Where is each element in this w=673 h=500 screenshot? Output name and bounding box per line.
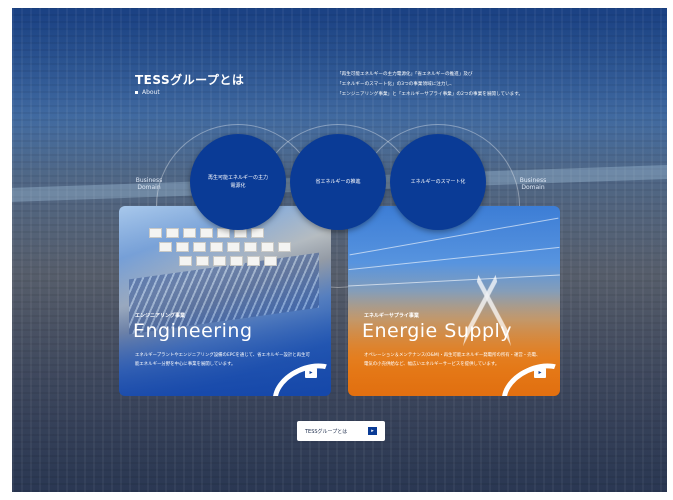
energie-supply-arrow-icon[interactable]: ▸ xyxy=(534,368,546,378)
domain-circle-label: 再生可能エネルギーの主力電源化 xyxy=(208,175,269,189)
business-domain-label-left: Business Domain xyxy=(135,177,163,191)
power-line xyxy=(348,246,560,271)
domain-circle-renewable: 再生可能エネルギーの主力電源化 xyxy=(190,134,286,230)
business-domain-label-right: Business Domain xyxy=(519,177,547,191)
section-subtitle-text: About xyxy=(142,89,160,96)
engineering-category: エンジニアリング事業 xyxy=(135,313,186,319)
energie-supply-title: Energie Supply xyxy=(362,320,513,342)
energie-supply-description: オペレーション＆メンテナンス(O&M)・再生可能エネルギー発電所の所有・運営・売… xyxy=(364,353,541,367)
engineering-title: Engineering xyxy=(133,320,253,342)
intro-text: 「再生可能エネルギーの主力電源化」「省エネルギーの推進」及び 「エネルギーのスマ… xyxy=(337,70,567,100)
engineering-description: エネルギープラントやエンジニアリング設備のEPCを通じて、省エネルギー設計と再生… xyxy=(135,353,310,367)
domain-circle-energy-saving: 省エネルギーの推進 xyxy=(290,134,386,230)
bullet-square-icon xyxy=(135,91,138,94)
section-title: TESSグループとは xyxy=(135,73,245,87)
power-line xyxy=(348,274,560,287)
battery-units-illustration xyxy=(179,256,277,266)
energie-supply-category: エネルギーサプライ事業 xyxy=(364,313,419,319)
battery-units-illustration xyxy=(149,228,264,238)
intro-line: 「エンジニアリング事業」と「エネルギーサプライ事業」の2つの事業を展開しています… xyxy=(337,92,523,97)
engineering-card[interactable]: エンジニアリング事業 Engineering エネルギープラントやエンジニアリン… xyxy=(119,206,331,396)
arrow-right-icon: ▸ xyxy=(368,427,377,435)
engineering-arrow-icon[interactable]: ▸ xyxy=(305,368,317,378)
section-subtitle: About xyxy=(135,89,160,96)
domain-circle-smart-energy: エネルギーのスマート化 xyxy=(390,134,486,230)
intro-line: 「再生可能エネルギーの主力電源化」「省エネルギーの推進」及び xyxy=(337,72,473,77)
intro-line: 「エネルギーのスマート化」の3つの事業領域に注力し、 xyxy=(337,82,455,87)
about-tess-group-button[interactable]: TESSグループとは ▸ xyxy=(297,421,385,441)
cta-label: TESSグループとは xyxy=(305,428,348,435)
battery-units-illustration xyxy=(159,242,291,252)
energie-supply-card[interactable]: エネルギーサプライ事業 Energie Supply オペレーション＆メンテナン… xyxy=(348,206,560,396)
domain-circle-label: エネルギーのスマート化 xyxy=(410,179,466,185)
domain-circle-label: 省エネルギーの推進 xyxy=(315,179,361,185)
